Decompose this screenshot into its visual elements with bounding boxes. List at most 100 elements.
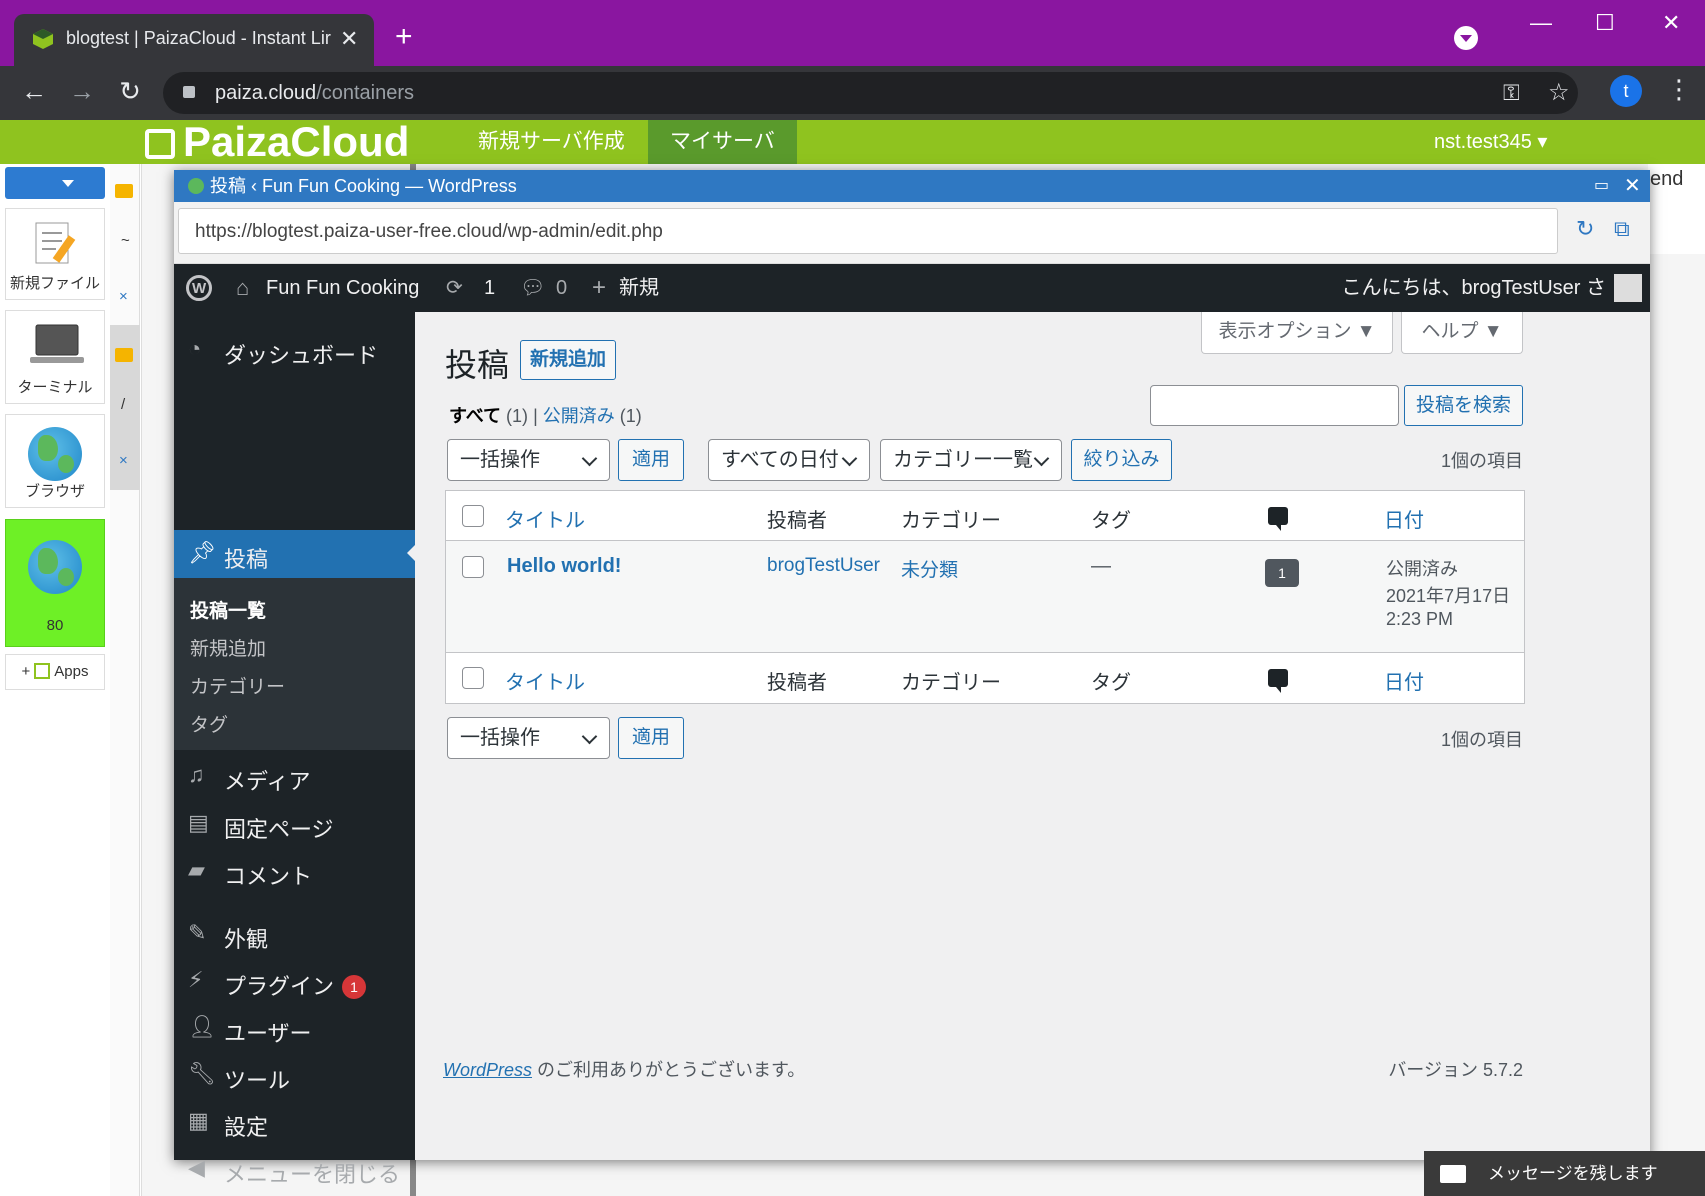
- paiza-user-menu[interactable]: nst.test345 ▾: [1434, 120, 1547, 164]
- post-title-link[interactable]: Hello world!: [507, 555, 621, 578]
- search-posts-button[interactable]: 投稿を検索: [1404, 385, 1523, 426]
- profile-avatar[interactable]: t: [1610, 75, 1642, 107]
- app-browser[interactable]: ブラウザ: [5, 414, 105, 508]
- bulk-action-select-bottom[interactable]: 一括操作: [447, 717, 610, 759]
- server-dropdown-button[interactable]: [5, 167, 105, 199]
- app-label: 新規ファイル: [9, 275, 100, 292]
- select-all-checkbox[interactable]: [462, 505, 484, 527]
- filter-published-count: (1): [619, 406, 642, 426]
- wp-version: バージョン 5.7.2: [1388, 1060, 1523, 1080]
- close-x-icon[interactable]: ×: [119, 452, 128, 469]
- filter-published[interactable]: 公開済み: [543, 406, 615, 426]
- apply-button-top[interactable]: 適用: [618, 439, 684, 481]
- bookmark-star-icon[interactable]: ☆: [1548, 78, 1570, 107]
- folder-icon[interactable]: [115, 184, 133, 198]
- comments-column-icon[interactable]: [1268, 669, 1288, 693]
- post-category-link[interactable]: 未分類: [901, 555, 958, 582]
- user-icon: 👤︎: [188, 1014, 216, 1039]
- updates-count[interactable]: 1: [484, 264, 495, 312]
- tab-close-icon[interactable]: ✕: [340, 26, 358, 52]
- item-count-bottom: 1個の項目: [1440, 730, 1523, 750]
- column-date[interactable]: 日付: [1384, 504, 1424, 533]
- help-button[interactable]: ヘルプ ▼: [1401, 312, 1523, 354]
- column-title-footer[interactable]: タイトル: [505, 666, 585, 695]
- post-comment-count-bubble[interactable]: 1: [1265, 559, 1299, 587]
- wordpress-link[interactable]: WordPress: [443, 1060, 532, 1080]
- globe-icon: [28, 540, 82, 594]
- profile-dropdown-icon[interactable]: [1454, 26, 1478, 50]
- submenu-all-posts[interactable]: 投稿一覧: [190, 596, 266, 623]
- site-name-link[interactable]: Fun Fun Cooking: [266, 264, 419, 312]
- column-title[interactable]: タイトル: [505, 504, 585, 533]
- apply-button-bottom[interactable]: 適用: [618, 717, 684, 759]
- select-all-checkbox-bottom[interactable]: [462, 667, 484, 689]
- column-author-footer: 投稿者: [767, 672, 827, 694]
- post-date: 2021年7月17日: [1386, 586, 1511, 606]
- tab-active[interactable]: blogtest | PaizaCloud - Instant Lir ✕: [14, 14, 374, 66]
- paiza-logo[interactable]: PaizaCloud: [145, 118, 409, 166]
- user-avatar[interactable]: [1614, 274, 1642, 302]
- settings-icon: ▦: [188, 1108, 209, 1133]
- comment-icon: ▰: [188, 857, 205, 882]
- filter-all[interactable]: すべて: [449, 406, 501, 426]
- minimize-icon[interactable]: —: [1530, 10, 1552, 36]
- column-date-footer[interactable]: 日付: [1384, 666, 1424, 695]
- folder-icon[interactable]: [115, 348, 133, 362]
- maximize-icon[interactable]: ▭: [1594, 170, 1609, 202]
- laptop-icon: [30, 324, 84, 363]
- comment-bubble-icon[interactable]: 💬︎: [520, 264, 545, 312]
- address-bar[interactable]: paiza.cloud/containers ⚿ ☆: [163, 72, 1578, 114]
- maximize-icon[interactable]: ☐: [1595, 10, 1615, 36]
- dashboard-icon: ◔: [188, 336, 202, 361]
- reload-icon[interactable]: ↻: [1576, 216, 1594, 242]
- comments-count[interactable]: 0: [556, 264, 567, 312]
- bulk-action-select-top[interactable]: 一括操作: [447, 439, 610, 481]
- forward-icon[interactable]: →: [66, 76, 98, 107]
- app-port-80[interactable]: 80: [5, 519, 105, 647]
- back-icon[interactable]: ←: [18, 76, 50, 107]
- wordpress-logo-icon[interactable]: [186, 265, 212, 313]
- search-posts-input[interactable]: [1150, 385, 1399, 426]
- key-icon[interactable]: ⚿: [1503, 80, 1520, 106]
- root-path-mark: /: [121, 396, 126, 413]
- add-new-button[interactable]: 新規追加: [520, 340, 616, 380]
- browser-window-titlebar[interactable]: 投稿 ‹ Fun Fun Cooking — WordPress ▭ ✕: [174, 170, 1650, 202]
- add-apps-label: Apps: [54, 663, 89, 680]
- close-icon[interactable]: ✕: [1624, 170, 1641, 202]
- comments-column-icon[interactable]: [1268, 507, 1288, 531]
- row-checkbox[interactable]: [462, 556, 484, 578]
- screen-options-button[interactable]: 表示オプション ▼: [1201, 312, 1393, 354]
- nav-my-server[interactable]: マイサーバ: [648, 120, 797, 164]
- filter-button[interactable]: 絞り込み: [1071, 439, 1172, 481]
- browser-url-input[interactable]: https://blogtest.paiza-user-free.cloud/w…: [178, 208, 1558, 254]
- cube-icon: [34, 663, 51, 679]
- close-x-icon[interactable]: ×: [119, 288, 128, 305]
- updates-icon[interactable]: ⟳: [446, 264, 463, 312]
- leave-message-button[interactable]: メッセージを残します: [1424, 1151, 1705, 1196]
- post-author-link[interactable]: brogTestUser: [767, 555, 880, 577]
- app-terminal[interactable]: ターミナル: [5, 310, 105, 404]
- category-filter-select[interactable]: カテゴリー一覧: [880, 439, 1062, 481]
- submenu-add-new[interactable]: 新規追加: [190, 634, 266, 661]
- chrome-menu-icon[interactable]: ⋮: [1666, 74, 1692, 105]
- plus-icon[interactable]: +: [592, 264, 606, 312]
- reload-icon[interactable]: ↻: [114, 76, 146, 107]
- date-filter-select[interactable]: すべての日付: [708, 439, 870, 481]
- new-file-icon: [35, 222, 76, 264]
- close-window-icon[interactable]: ✕: [1662, 10, 1680, 36]
- posts-table: タイトル 投稿者 カテゴリー タグ 日付 Hello world! brogTe…: [445, 490, 1525, 704]
- new-content-link[interactable]: 新規: [619, 264, 659, 312]
- post-time: 2:23 PM: [1386, 609, 1454, 629]
- add-apps-button[interactable]: + Apps: [5, 654, 105, 690]
- nav-new-server[interactable]: 新規サーバ作成: [456, 120, 647, 164]
- new-tab-button[interactable]: +: [395, 22, 413, 52]
- post-status: 公開済み: [1386, 559, 1458, 579]
- submenu-tags[interactable]: タグ: [190, 710, 228, 737]
- plugin-icon: ⚡: [188, 967, 204, 992]
- open-external-icon[interactable]: ⧉: [1614, 216, 1630, 242]
- submenu-categories[interactable]: カテゴリー: [190, 672, 285, 699]
- lock-icon: [183, 86, 195, 98]
- app-new-file[interactable]: 新規ファイル: [5, 208, 105, 300]
- plus-icon: +: [21, 663, 31, 680]
- envelope-icon: [1440, 1165, 1466, 1183]
